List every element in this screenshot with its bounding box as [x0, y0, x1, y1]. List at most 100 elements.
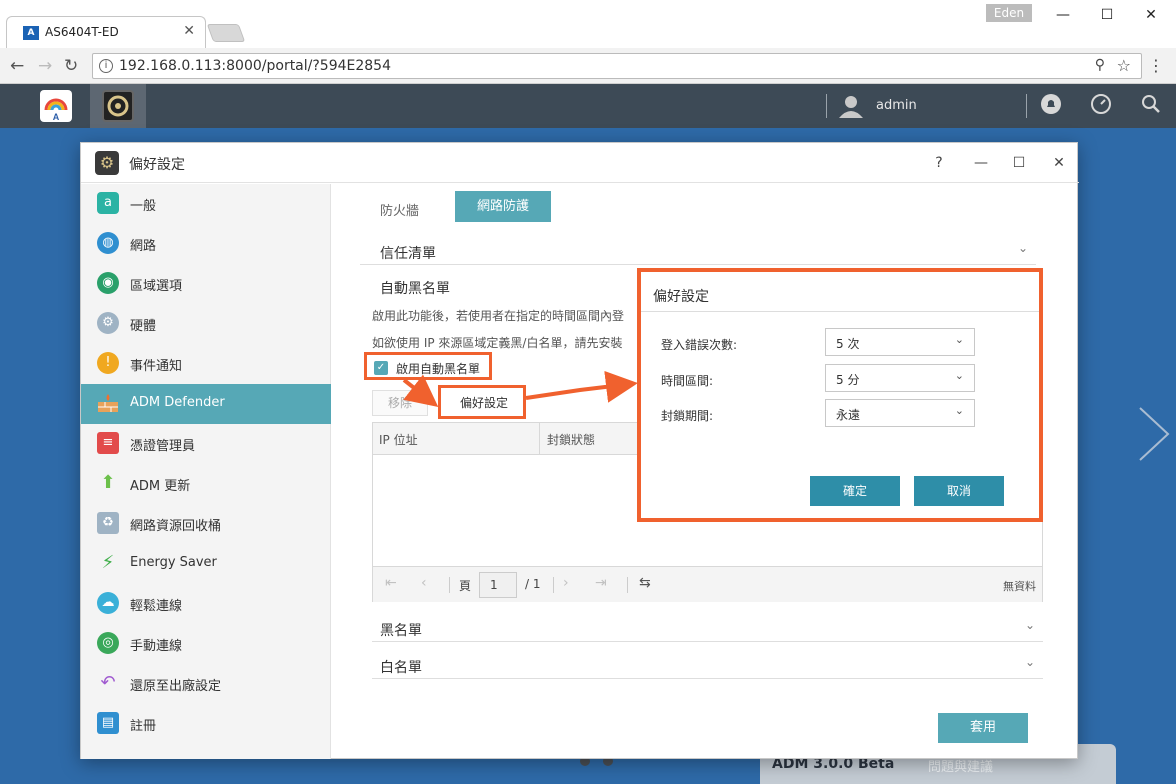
block-duration-label: 封鎖期間:	[661, 409, 714, 423]
preferences-gear-icon[interactable]	[102, 90, 134, 122]
window-close-button[interactable]: ✕	[1047, 151, 1071, 175]
dialog-title-bar[interactable]: 偏好設定	[641, 272, 1039, 312]
new-tab-button[interactable]	[206, 24, 246, 42]
trust-list-section[interactable]: 信任清單 ⌄	[360, 237, 1036, 265]
ok-button[interactable]: 確定	[810, 476, 900, 506]
forward-arrow-icon[interactable]: →	[38, 56, 52, 76]
browser-tab[interactable]: A AS6404T-ED ✕	[6, 16, 206, 48]
sidebar-item-hardware[interactable]: ⚙ 硬體	[81, 304, 331, 344]
window-maximize-button[interactable]: ☐	[1007, 151, 1031, 175]
sidebar-item-ez-connect[interactable]: ☁ 輕鬆連線	[81, 584, 331, 624]
window-maximize-button[interactable]: ☐	[1092, 4, 1122, 26]
reload-icon[interactable]: ↻	[64, 56, 78, 76]
sidebar-item-regional[interactable]: ◉ 區域選項	[81, 264, 331, 304]
tab-network-defender[interactable]: 網路防護	[455, 191, 551, 222]
prev-page-icon[interactable]: ‹	[421, 575, 427, 591]
sidebar-item-label: 事件通知	[130, 359, 183, 374]
url-text[interactable]: 192.168.0.113:8000/portal/?594E2854	[119, 58, 391, 74]
chevron-down-icon[interactable]: ⌄	[1025, 618, 1035, 632]
back-arrow-icon[interactable]: ←	[10, 56, 24, 76]
page-label: 頁	[459, 579, 472, 593]
last-page-icon[interactable]: ⇥	[595, 575, 607, 591]
blacklist-section[interactable]: 黑名單 ⌄	[372, 614, 1043, 642]
sidebar-item-adm-update[interactable]: ⬆ ADM 更新	[81, 464, 331, 504]
sidebar-item-registration[interactable]: ▤ 註冊	[81, 704, 331, 744]
sidebar-item-manual-connect[interactable]: ◎ 手動連線	[81, 624, 331, 664]
geo-ip-description: 如欲使用 IP 來源區域定義黑/白名單，請先安裝	[372, 336, 623, 350]
column-header-status[interactable]: 封鎖狀態	[547, 431, 595, 448]
user-avatar-icon[interactable]	[838, 94, 863, 118]
browser-toolbar: ← → ↻ i 192.168.0.113:8000/portal/?594E2…	[0, 48, 1176, 84]
time-interval-select[interactable]: 5 分 ⌄	[825, 364, 975, 392]
site-info-icon[interactable]: i	[99, 59, 113, 73]
browser-tab-bar: A AS6404T-ED ✕ Eden — ☐ ✕	[0, 0, 1176, 48]
window-title-bar[interactable]: ⚙ 偏好設定 ? — ☐ ✕	[81, 143, 1079, 183]
chevron-down-icon[interactable]: ⌄	[1018, 241, 1028, 255]
select-value: 5 次	[836, 337, 860, 351]
sidebar-item-certificate-manager[interactable]: ≡ 憑證管理員	[81, 424, 331, 464]
sidebar-item-label: 註冊	[130, 719, 157, 734]
dashboard-gauge-icon[interactable]	[1090, 93, 1112, 120]
chevron-down-icon[interactable]: ⌄	[1025, 655, 1035, 669]
preferences-button-highlight-box	[438, 385, 526, 419]
preferences-dialog: 偏好設定 登入錯誤次數: 5 次 ⌄ 時間區間: 5 分 ⌄ 封鎖期間: 永遠 …	[637, 268, 1043, 522]
help-button[interactable]: ?	[927, 151, 951, 175]
sidebar-item-label: 憑證管理員	[130, 439, 196, 454]
block-duration-select[interactable]: 永遠 ⌄	[825, 399, 975, 427]
search-icon[interactable]	[1140, 93, 1162, 120]
dialog-title: 偏好設定	[653, 289, 709, 305]
checkbox-highlight-box	[364, 352, 492, 380]
tab-firewall[interactable]: 防火牆	[380, 200, 419, 219]
sidebar-item-energy-saver[interactable]: ⚡ Energy Saver	[81, 544, 331, 584]
user-name[interactable]: admin	[876, 98, 917, 113]
page-number-input[interactable]: 1	[479, 572, 517, 598]
sidebar-item-label: 手動連線	[130, 639, 183, 654]
sidebar-item-notification[interactable]: ! 事件通知	[81, 344, 331, 384]
whitelist-section[interactable]: 白名單 ⌄	[372, 651, 1043, 679]
browser-menu-icon[interactable]: ⋮	[1148, 56, 1164, 75]
bookmark-star-icon[interactable]: ☆	[1117, 56, 1131, 75]
sidebar-item-label: 區域選項	[130, 279, 183, 294]
pin-icon[interactable]: ⚲	[1095, 57, 1105, 73]
remove-button[interactable]: 移除	[372, 390, 428, 416]
firewall-brick-icon	[97, 392, 119, 414]
apply-button[interactable]: 套用	[938, 713, 1028, 743]
window-minimize-button[interactable]: —	[1048, 4, 1078, 26]
window-title: 偏好設定	[129, 157, 185, 173]
network-globe-icon: ◎	[97, 632, 119, 654]
update-arrow-icon: ⬆	[100, 472, 116, 493]
first-page-icon[interactable]: ⇤	[385, 575, 397, 591]
svg-text:A: A	[53, 112, 60, 122]
tab-close-icon[interactable]: ✕	[183, 23, 195, 39]
window-minimize-button[interactable]: —	[969, 151, 993, 175]
sidebar-item-network[interactable]: ◍ 網路	[81, 224, 331, 264]
divider	[826, 94, 827, 118]
column-header-ip[interactable]: IP 位址	[379, 431, 418, 448]
region-globe-icon: ◉	[97, 272, 119, 294]
alert-icon: !	[97, 352, 119, 374]
sidebar-item-general[interactable]: a 一般	[81, 184, 331, 224]
energy-bolt-icon: ⚡	[101, 552, 115, 573]
section-title: 信任清單	[380, 246, 436, 262]
asustor-favicon-icon: A	[23, 26, 39, 40]
recycle-bin-icon: ♻	[97, 512, 119, 534]
auto-blacklist-description: 啟用此功能後，若使用者在指定的時間區間內登	[372, 309, 625, 323]
section-title: 黑名單	[380, 623, 422, 639]
app-central-icon[interactable]: A	[40, 90, 72, 122]
divider	[627, 577, 628, 593]
address-bar[interactable]: i 192.168.0.113:8000/portal/?594E2854 ⚲ …	[92, 53, 1142, 79]
notification-bell-icon[interactable]	[1040, 93, 1062, 120]
desktop-next-chevron-icon[interactable]	[1134, 404, 1174, 464]
window-close-button[interactable]: ✕	[1136, 4, 1166, 26]
sidebar-item-adm-defender[interactable]: ADM Defender	[81, 384, 331, 424]
cancel-button[interactable]: 取消	[914, 476, 1004, 506]
grid-pager: ⇤ ‹ 頁 1 / 1 › ⇥ ⇆ 無資料	[373, 566, 1042, 602]
divider	[449, 577, 450, 593]
browser-profile-badge[interactable]: Eden	[986, 4, 1032, 22]
login-failures-select[interactable]: 5 次 ⌄	[825, 328, 975, 356]
sidebar-item-recycle-bin[interactable]: ♻ 網路資源回收桶	[81, 504, 331, 544]
refresh-icon[interactable]: ⇆	[639, 575, 651, 591]
sidebar-item-factory-reset[interactable]: ↶ 還原至出廠設定	[81, 664, 331, 704]
registration-clipboard-icon: ▤	[97, 712, 119, 734]
next-page-icon[interactable]: ›	[563, 575, 569, 591]
